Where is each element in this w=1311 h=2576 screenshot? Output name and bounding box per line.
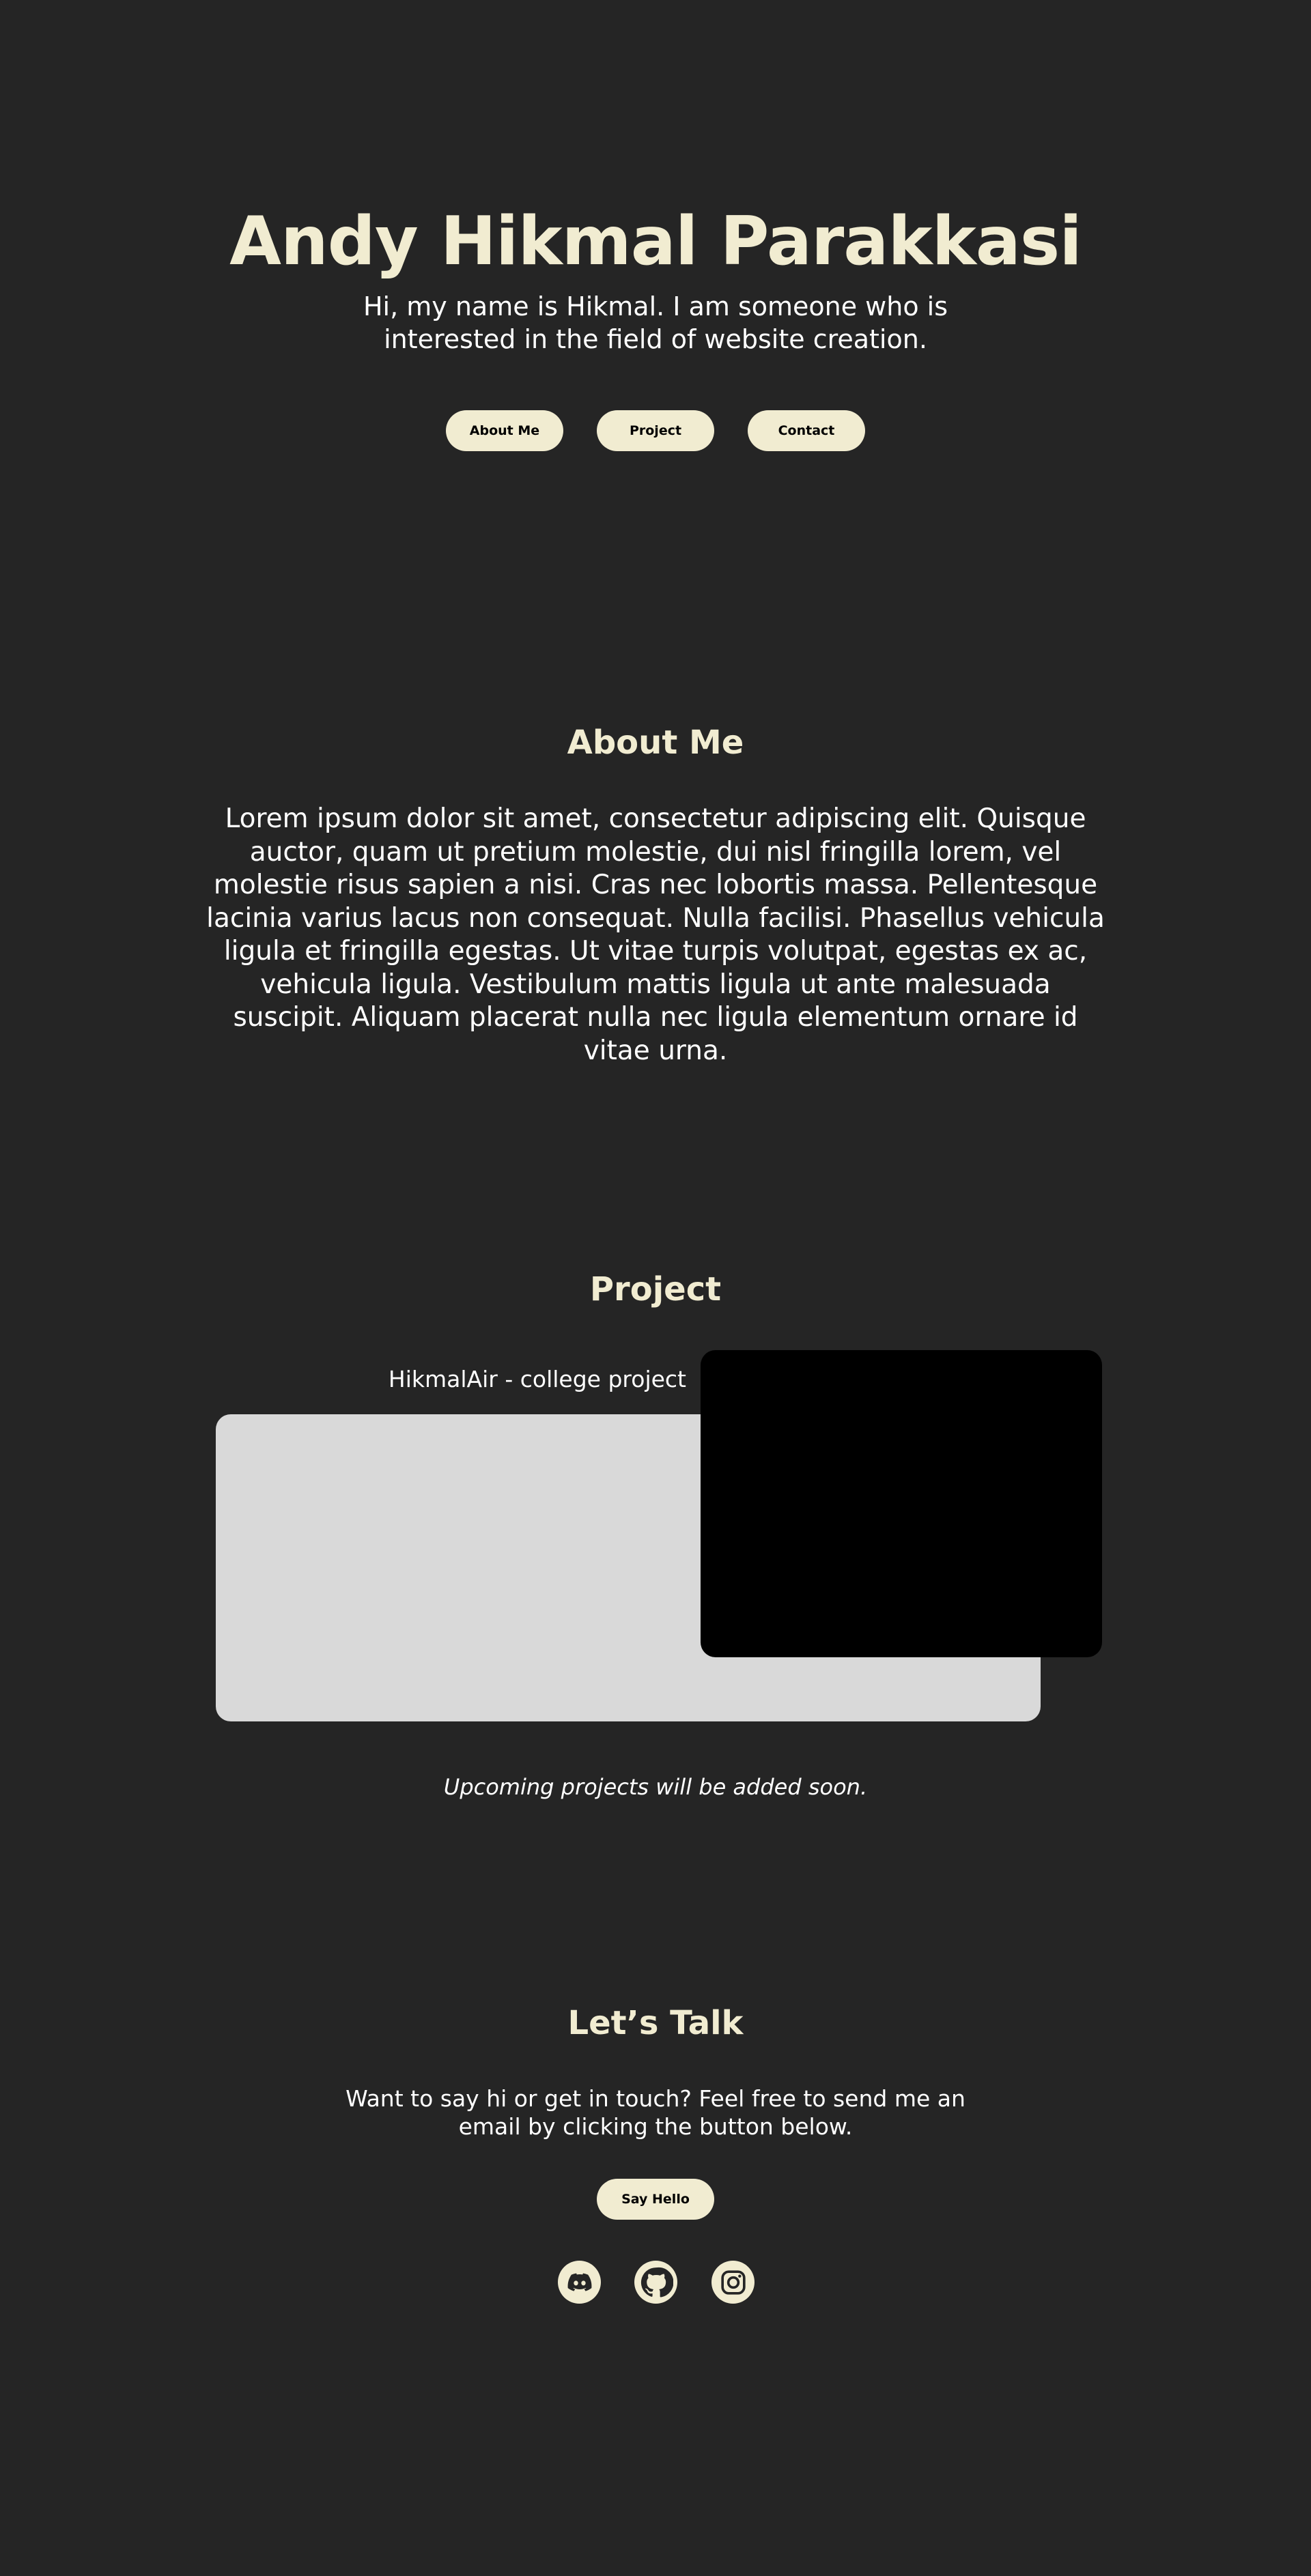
hero-title: Andy Hikmal Parakkasi <box>229 203 1082 281</box>
portfolio-page: Andy Hikmal Parakkasi Hi, my name is Hik… <box>0 0 1311 2576</box>
contact-button[interactable]: Contact <box>748 410 865 451</box>
project-section-title: Project <box>589 1270 722 1308</box>
project-button[interactable]: Project <box>597 410 714 451</box>
discord-icon <box>567 2273 591 2291</box>
contact-text: Want to say hi or get in touch? Feel fre… <box>346 2085 965 2140</box>
hero-subtitle: Hi, my name is Hikmal. I am someone who … <box>363 291 948 354</box>
about-me-button[interactable]: About Me <box>446 410 563 451</box>
discord-link[interactable] <box>558 2261 601 2304</box>
instagram-link[interactable] <box>711 2261 755 2304</box>
project-title-label: HikmalAir - college project <box>388 1366 686 1392</box>
lets-talk-title: Let’s Talk <box>567 2004 744 2042</box>
github-icon <box>640 2267 673 2297</box>
upcoming-projects-note: Upcoming projects will be added soon. <box>443 1774 868 1800</box>
about-text: Lorem ipsum dolor sit amet, consectetur … <box>206 803 1105 1066</box>
github-link[interactable] <box>634 2261 677 2304</box>
about-section-title: About Me <box>567 724 744 762</box>
instagram-icon <box>720 2270 746 2295</box>
say-hello-button[interactable]: Say Hello <box>597 2179 714 2220</box>
project-card-image[interactable] <box>701 1350 1102 1657</box>
